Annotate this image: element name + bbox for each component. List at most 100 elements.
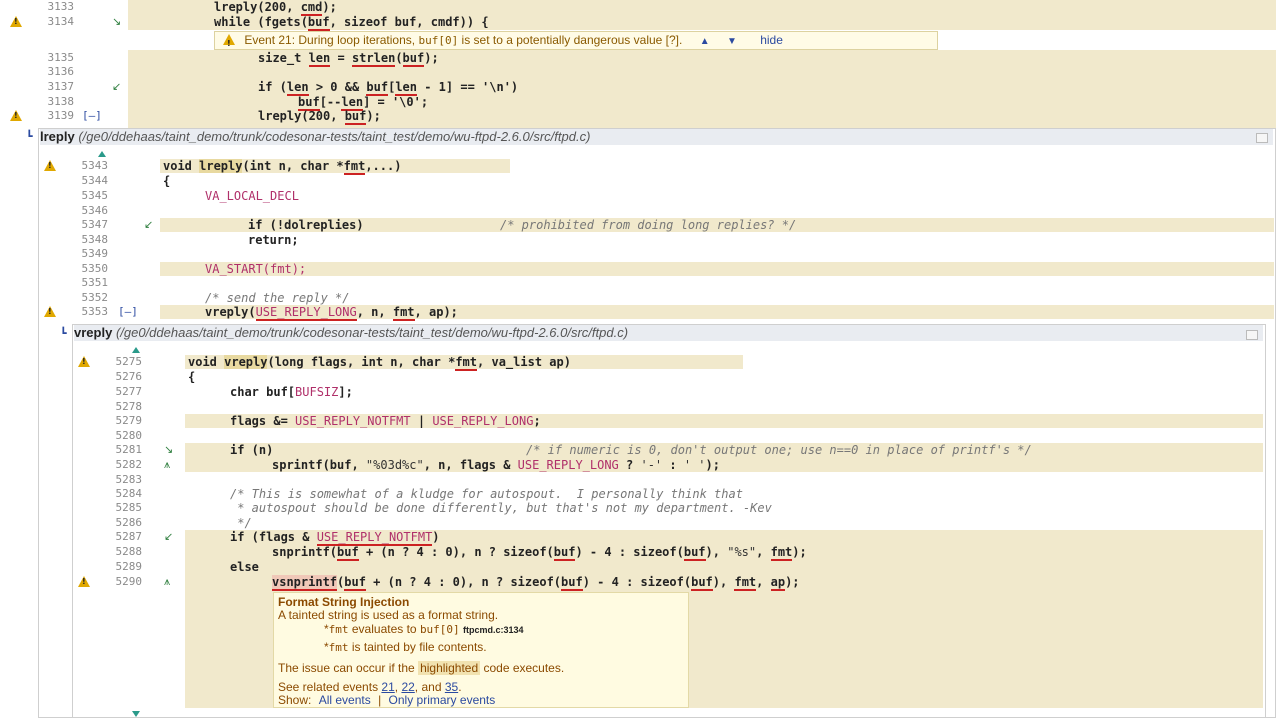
- branch-icon: ⩚: [164, 575, 171, 588]
- arrow-down-right-icon: ↘: [112, 15, 122, 28]
- event-code: buf[0]: [418, 34, 459, 47]
- line-number: 5287: [115, 530, 143, 543]
- show-filter: Show: All events | Only primary events: [278, 693, 496, 707]
- line-number: 5277: [115, 385, 143, 398]
- code-line: size_t len = strlen(buf);: [258, 51, 439, 67]
- line-number: 5351: [81, 276, 109, 289]
- line-number: 5280: [115, 429, 143, 442]
- branch-icon: ⩚: [164, 458, 171, 471]
- vreply-header[interactable]: vreply (/ge0/ddehaas/taint_demo/trunk/co…: [74, 325, 1263, 341]
- code-line: sprintf(buf, "%03d%c", n, flags & USE_RE…: [272, 458, 720, 472]
- warning-bullet: *fmt evaluates to buf[0] ftpcmd.c:3134: [324, 622, 524, 636]
- code-line: else: [230, 560, 259, 574]
- collapse-toggle[interactable]: [–]: [82, 109, 102, 122]
- code-comment: /* if numeric is 0, don't output one; us…: [526, 443, 1032, 457]
- warning-icon[interactable]: [78, 356, 90, 367]
- code-line: if (n): [230, 443, 274, 457]
- code-comment: /* send the reply */: [205, 291, 350, 305]
- line-number: 5290: [115, 575, 143, 588]
- event-link-21[interactable]: 21: [381, 680, 394, 694]
- line-number: 5278: [115, 400, 143, 413]
- function-name: vreply: [74, 325, 113, 340]
- prev-event-icon[interactable]: ▲: [700, 36, 710, 47]
- highlight-band: [160, 262, 1274, 276]
- code-line: snprintf(buf + (n ? 4 : 0), n ? sizeof(b…: [272, 545, 807, 561]
- line-number: 5349: [81, 247, 109, 260]
- nested-call-icon: ┗: [26, 130, 33, 143]
- line-number: 5281: [115, 443, 143, 456]
- warning-title: Format String Injection: [278, 595, 410, 609]
- warning-description: A tainted string is used as a format str…: [278, 608, 499, 622]
- line-number: 5347: [81, 218, 109, 231]
- line-number: 5350: [81, 262, 109, 275]
- warning-icon[interactable]: [44, 306, 56, 317]
- issue-note: The issue can occur if the highlighted c…: [278, 661, 565, 675]
- code-line: {: [163, 174, 171, 188]
- line-number: 5352: [81, 291, 109, 304]
- warning-popup: Format String Injection A tainted string…: [273, 592, 689, 708]
- event-link-35[interactable]: 35: [445, 680, 458, 694]
- code-line: if (len > 0 && buf[len - 1] == '\n'): [258, 80, 519, 96]
- arrow-down-right-icon: ↘: [164, 443, 174, 456]
- scroll-up-icon[interactable]: [132, 347, 140, 353]
- event-text: Event 21: During loop iterations,: [244, 33, 419, 47]
- line-number: 5346: [81, 204, 109, 217]
- code-line: if (!dolreplies): [248, 218, 364, 232]
- hide-event-link[interactable]: hide: [760, 33, 783, 47]
- warning-bullet: *fmt is tainted by file contents.: [324, 640, 487, 654]
- show-all-events-link[interactable]: All events: [319, 693, 371, 707]
- code-comment: */: [230, 516, 252, 530]
- arrow-down-left-icon: ↙: [164, 530, 174, 543]
- code-line: while (fgets(buf, sizeof buf, cmdf)) {: [214, 15, 489, 31]
- scroll-down-icon[interactable]: [132, 711, 140, 717]
- event-bar: Event 21: During loop iterations, buf[0]…: [214, 31, 938, 52]
- line-number: 5348: [81, 233, 109, 246]
- code-line: lreply(200, cmd);: [214, 0, 337, 16]
- code-line: if (flags & USE_REPLY_NOTFMT): [230, 530, 440, 546]
- line-number: 5345: [81, 189, 109, 202]
- code-line: lreply(200, buf);: [258, 109, 381, 125]
- minimize-button[interactable]: [1256, 133, 1268, 143]
- file-path: (/ge0/ddehaas/taint_demo/trunk/codesonar…: [115, 325, 629, 340]
- warning-icon[interactable]: [10, 16, 22, 27]
- next-event-icon[interactable]: ▼: [727, 36, 737, 47]
- code-line: return;: [248, 233, 299, 247]
- arrow-down-left-icon: ↙: [144, 218, 154, 231]
- line-number: 5344: [81, 174, 109, 187]
- line-number: 5353: [81, 305, 109, 318]
- code-line: vreply(USE_REPLY_LONG, n, fmt, ap);: [205, 305, 458, 321]
- code-line: VA_START(fmt);: [205, 262, 307, 276]
- line-number: 5276: [115, 370, 143, 383]
- event-link-22[interactable]: 22: [401, 680, 414, 694]
- minimize-button[interactable]: [1246, 330, 1258, 340]
- line-number: 3136: [47, 65, 75, 78]
- warning-icon[interactable]: [78, 576, 90, 587]
- related-events: See related events 21, 22, and 35.: [278, 680, 462, 694]
- line-number: 5343: [81, 159, 109, 172]
- line-number: 3134: [47, 15, 75, 28]
- line-number: 3135: [47, 51, 75, 64]
- code-comment: /* prohibited from doing long replies? *…: [500, 218, 797, 232]
- nested-call-icon: ┗: [60, 327, 67, 340]
- function-name: lreply: [40, 129, 75, 144]
- code-line: char buf[BUFSIZ];: [230, 385, 353, 399]
- warning-icon: [223, 34, 235, 52]
- line-number: 5275: [115, 355, 143, 368]
- line-number: 3138: [47, 95, 75, 108]
- event-text: is set to a potentially dangerous value …: [458, 33, 683, 47]
- code-line: vsnprintf(buf + (n ? 4 : 0), n ? sizeof(…: [272, 575, 800, 591]
- line-number: 3137: [47, 80, 75, 93]
- line-number: 3139: [47, 109, 75, 122]
- line-number: 5282: [115, 458, 143, 471]
- line-number: 5289: [115, 560, 143, 573]
- warning-icon[interactable]: [10, 110, 22, 121]
- scroll-up-icon[interactable]: [98, 151, 106, 157]
- show-primary-events-link[interactable]: Only primary events: [389, 693, 496, 707]
- warning-icon[interactable]: [44, 160, 56, 171]
- collapse-toggle[interactable]: [–]: [118, 305, 138, 318]
- file-path: (/ge0/ddehaas/taint_demo/trunk/codesonar…: [78, 129, 591, 144]
- source-ref[interactable]: ftpcmd.c:3134: [463, 625, 524, 635]
- arrow-down-left-icon: ↙: [112, 80, 122, 93]
- lreply-header[interactable]: lreply (/ge0/ddehaas/taint_demo/trunk/co…: [40, 129, 1273, 145]
- line-number: 5286: [115, 516, 143, 529]
